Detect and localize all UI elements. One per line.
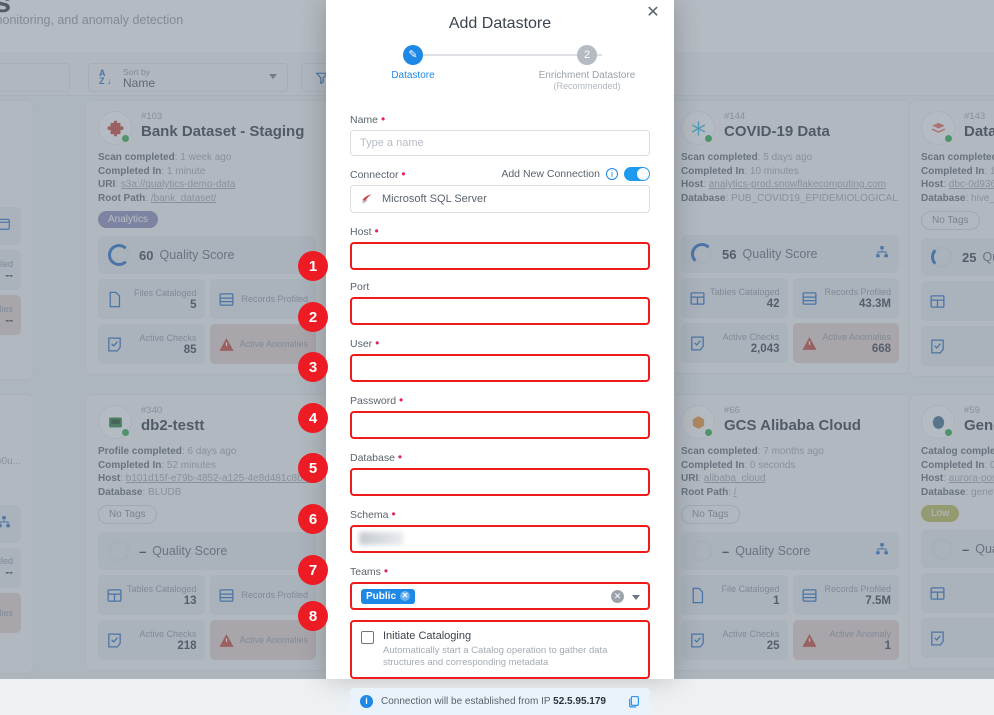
add-new-connection-toggle[interactable] <box>624 167 650 181</box>
teams-select[interactable]: Public ✕ ✕ <box>350 582 650 610</box>
team-chip-label: Public <box>366 590 397 602</box>
password-input[interactable] <box>350 411 650 439</box>
user-label: User • <box>350 336 380 350</box>
required-marker: • <box>383 564 389 578</box>
database-label: Database • <box>350 450 403 464</box>
step-sublabel: (Recommended) <box>553 81 621 91</box>
name-label: Name • <box>350 112 386 126</box>
host-label: Host • <box>350 224 379 238</box>
annotation-badge-1: 1 <box>298 251 328 281</box>
annotation-badge-3: 3 <box>298 352 328 382</box>
mssql-icon <box>361 194 372 204</box>
required-marker: • <box>401 167 406 181</box>
connector-select[interactable]: Microsoft SQL Server <box>350 185 650 213</box>
password-label: Password • <box>350 393 404 407</box>
annotation-badge-6: 6 <box>298 504 328 534</box>
step-enrichment-datastore[interactable]: 2 Enrichment Datastore (Recommended) <box>522 45 652 91</box>
info-icon[interactable]: i <box>606 168 618 180</box>
connector-row: Connector • Add New Connection i <box>350 167 650 181</box>
add-new-connection-label: Add New Connection <box>501 168 600 180</box>
chevron-down-icon <box>632 595 640 600</box>
annotation-badge-2: 2 <box>298 302 328 332</box>
port-input[interactable] <box>350 297 650 325</box>
required-marker: • <box>374 224 379 238</box>
copy-icon[interactable] <box>627 695 640 713</box>
close-icon[interactable]: ✕ <box>644 4 662 22</box>
ip-info-banner: i Connection will be established from IP… <box>350 688 650 715</box>
required-marker: • <box>375 336 380 350</box>
initiate-cataloging-description: Automatically start a Catalog operation … <box>383 645 608 668</box>
modal-title: Add Datastore <box>448 15 552 32</box>
annotation-badge-5: 5 <box>298 453 328 483</box>
connector-value: Microsoft SQL Server <box>382 193 487 205</box>
stepper: ✎ Datastore 2 Enrichment Datastore (Reco… <box>326 45 674 101</box>
annotation-badge-7: 7 <box>298 555 328 585</box>
user-input[interactable] <box>350 354 650 382</box>
schema-redacted-value <box>359 532 403 545</box>
step-datastore[interactable]: ✎ Datastore <box>348 45 478 81</box>
step-label: Datastore <box>391 70 435 81</box>
initiate-cataloging-label: Initiate Cataloging <box>383 630 472 642</box>
initiate-cataloging-checkbox[interactable] <box>361 631 374 644</box>
annotation-badge-8: 8 <box>298 601 328 631</box>
required-marker: • <box>380 112 386 126</box>
team-chip-public[interactable]: Public ✕ <box>361 588 416 604</box>
close-icon[interactable]: ✕ <box>400 591 411 601</box>
teams-label: Teams • <box>350 564 389 578</box>
add-datastore-form: Name • Connector • Add New Connection i … <box>326 112 674 715</box>
info-icon: i <box>360 695 373 708</box>
clear-icon[interactable]: ✕ <box>611 590 624 603</box>
schema-label: Schema • <box>350 507 396 521</box>
name-input[interactable] <box>350 130 650 156</box>
add-datastore-modal: ✕ Add Datastore ✎ Datastore 2 Enrichment… <box>326 0 674 715</box>
host-input[interactable] <box>350 242 650 270</box>
annotation-badge-4: 4 <box>298 403 328 433</box>
port-label: Port <box>350 281 370 293</box>
ip-info-text: Connection will be established from IP 5… <box>381 696 606 707</box>
required-marker: • <box>391 507 396 521</box>
step-label: Enrichment Datastore <box>538 70 636 81</box>
required-marker: • <box>397 450 403 464</box>
database-input[interactable] <box>350 468 650 496</box>
connector-label: Connector • <box>350 167 406 181</box>
check-pencil-icon: ✎ <box>403 45 423 65</box>
step-number: 2 <box>577 45 597 65</box>
ip-address: 52.5.95.179 <box>553 696 606 707</box>
required-marker: • <box>399 393 404 407</box>
initiate-cataloging-box[interactable]: Initiate Cataloging Automatically start … <box>350 620 650 679</box>
